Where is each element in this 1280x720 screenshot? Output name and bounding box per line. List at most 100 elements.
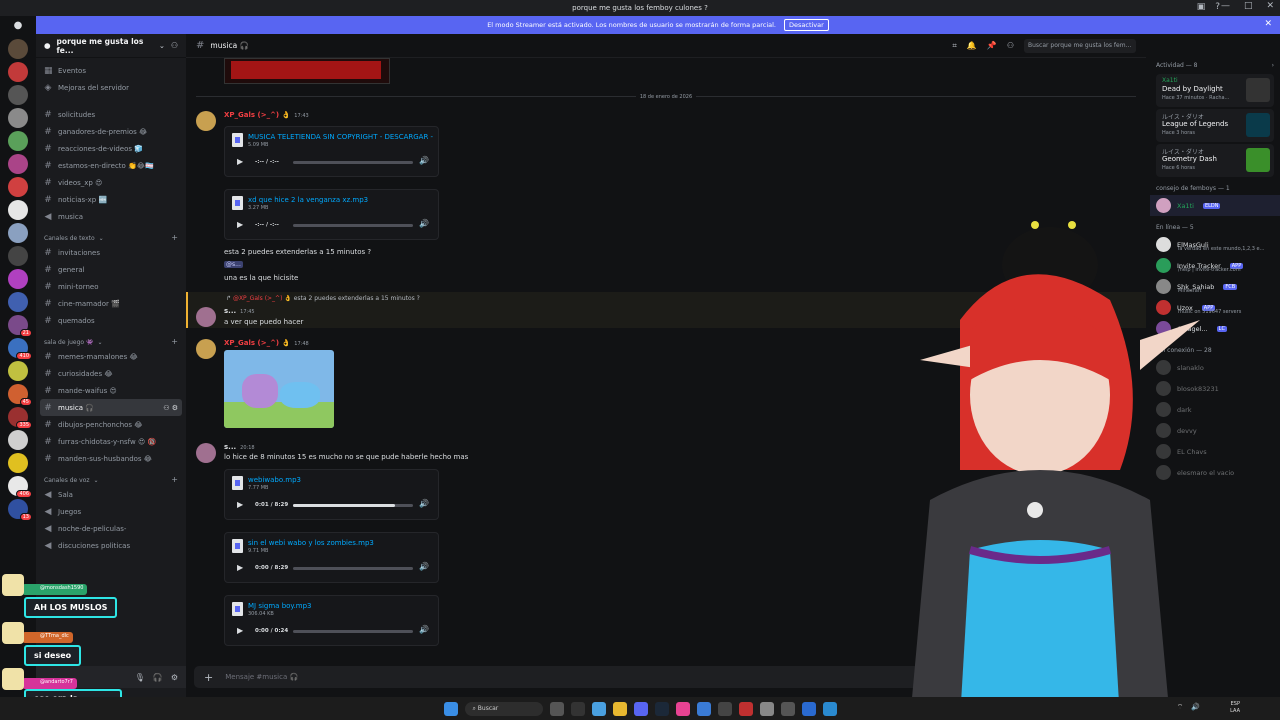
- discord-logo-icon[interactable]: ●: [8, 20, 28, 34]
- app-icon[interactable]: [822, 701, 837, 716]
- app-icon[interactable]: [549, 701, 564, 716]
- app-icon[interactable]: [759, 701, 774, 716]
- server-icon[interactable]: 335: [8, 407, 32, 429]
- channel-item[interactable]: # general: [36, 261, 186, 278]
- server-icon[interactable]: [8, 246, 28, 266]
- members-icon[interactable]: ⚇: [1007, 41, 1014, 50]
- keyboard-language[interactable]: ESP LAA: [1230, 701, 1240, 715]
- activity-card[interactable]: ルイス・ダリオ League of Legends Hace 3 horas: [1156, 109, 1274, 142]
- microphone-icon[interactable]: 🎙: [135, 673, 145, 682]
- file-name-link[interactable]: sin el webi wabo y los zombies.mp3: [248, 539, 374, 547]
- channel-item[interactable]: # ganadores-de-premios 😂: [36, 123, 186, 140]
- voice-channel-item[interactable]: ◀ noche-de-peliculas-: [36, 520, 186, 537]
- server-icon[interactable]: [8, 85, 28, 105]
- play-icon[interactable]: ▶: [237, 500, 243, 509]
- channel-item[interactable]: # invitaciones: [36, 244, 186, 261]
- server-icon[interactable]: [8, 361, 28, 381]
- pin-icon[interactable]: 📌: [987, 41, 997, 50]
- add-channel-icon[interactable]: +: [171, 475, 178, 484]
- server-icon[interactable]: [8, 131, 28, 151]
- gear-icon[interactable]: ⚙: [171, 673, 178, 682]
- category-header-games[interactable]: sala de juego 👾 ⌄ +: [36, 333, 186, 348]
- maximize-button[interactable]: □: [1244, 1, 1253, 11]
- channel-item[interactable]: # mini-torneo: [36, 278, 186, 295]
- activity-card[interactable]: Xa1ti Dead by Daylight Hace 37 minutos ·…: [1156, 74, 1274, 107]
- gear-icon[interactable]: ⚙: [172, 404, 178, 412]
- file-name-link[interactable]: webiwabo.mp3: [248, 476, 301, 484]
- wifi-icon[interactable]: ⌔: [1177, 703, 1184, 712]
- channel-item[interactable]: # solicitudes: [36, 106, 186, 123]
- category-header-text[interactable]: Canales de texto ⌄ +: [36, 229, 186, 244]
- search-input[interactable]: Buscar porque me gusta los fem...: [1024, 38, 1136, 53]
- audio-progress-bar[interactable]: [293, 630, 413, 633]
- avatar[interactable]: [196, 443, 216, 463]
- image-attachment[interactable]: [224, 58, 390, 84]
- bell-icon[interactable]: 🔔: [967, 41, 977, 50]
- channel-item[interactable]: # curiosidades 😂: [36, 365, 186, 382]
- avatar[interactable]: [196, 111, 216, 131]
- headphones-icon[interactable]: 🎧: [153, 673, 163, 682]
- file-name-link[interactable]: MJ sigma boy.mp3: [248, 602, 312, 610]
- add-member-icon[interactable]: ⚇: [163, 404, 169, 412]
- server-icon[interactable]: [8, 292, 28, 312]
- chevron-down-icon[interactable]: ⌄: [159, 42, 165, 50]
- inbox-icon[interactable]: ▣: [1197, 2, 1206, 12]
- threads-icon[interactable]: ⌗: [952, 41, 957, 51]
- add-member-icon[interactable]: ⚇: [171, 41, 178, 50]
- close-window-button[interactable]: ✕: [1266, 1, 1274, 11]
- reply-preview[interactable]: ↱ @XP_Gals (>_^) 👌 esta 2 puedes extende…: [226, 295, 420, 302]
- channel-item[interactable]: # quemados: [36, 312, 186, 329]
- channel-item-active[interactable]: # musica 🎧 ⚇ ⚙: [40, 399, 182, 416]
- channel-item[interactable]: # mande-waifus 😍: [36, 382, 186, 399]
- play-icon[interactable]: ▶: [237, 220, 243, 229]
- file-name-link[interactable]: MUSICA TELETIENDA SIN COPYRIGHT - DESCAR…: [248, 133, 433, 141]
- plus-icon[interactable]: +: [204, 671, 213, 684]
- volume-icon[interactable]: 🔊: [419, 625, 429, 634]
- server-icon[interactable]: [8, 177, 28, 197]
- taskbar-search[interactable]: ⌕ Buscar: [464, 701, 543, 716]
- app-icon[interactable]: [591, 701, 606, 716]
- channel-item[interactable]: # estamos-en-directo 👏😂🏳️‍⚧️: [36, 157, 186, 174]
- server-icon[interactable]: 406: [8, 476, 32, 498]
- play-icon[interactable]: ▶: [237, 563, 243, 572]
- chevron-right-icon[interactable]: ›: [1272, 62, 1274, 69]
- message-author[interactable]: s... 17:45: [224, 307, 255, 315]
- channel-item[interactable]: # videos_xp 😍: [36, 174, 186, 191]
- app-icon[interactable]: [675, 701, 690, 716]
- voice-channel-item[interactable]: ◀ Juegos: [36, 503, 186, 520]
- disable-streamer-button[interactable]: Desactivar: [784, 19, 829, 31]
- volume-icon[interactable]: 🔊: [419, 156, 429, 165]
- avatar[interactable]: [196, 307, 216, 327]
- message-author[interactable]: XP_Gals (>_^) 👌 17:48: [224, 339, 309, 347]
- folder-icon[interactable]: [612, 701, 627, 716]
- server-icon[interactable]: [8, 453, 28, 473]
- server-icon[interactable]: [8, 269, 28, 289]
- sidebar-item-boosts[interactable]: ◈ Mejoras del servidor: [36, 79, 186, 96]
- server-icon[interactable]: [8, 154, 28, 174]
- add-channel-icon[interactable]: +: [171, 233, 178, 242]
- audio-progress-bar[interactable]: [293, 504, 413, 507]
- volume-icon[interactable]: 🔊: [419, 562, 429, 571]
- add-channel-icon[interactable]: +: [171, 337, 178, 346]
- channel-item[interactable]: ◀ musica: [36, 208, 186, 225]
- volume-icon[interactable]: 🔊: [419, 499, 429, 508]
- app-icon[interactable]: [696, 701, 711, 716]
- channel-item[interactable]: # furras-chidotas-y-nsfw 😍 🔞: [36, 433, 186, 450]
- channel-item[interactable]: # reacciones-de-videos 🧊: [36, 140, 186, 157]
- server-icon[interactable]: 45: [8, 384, 32, 406]
- channel-item[interactable]: # noticias-xp 🆕: [36, 191, 186, 208]
- voice-channel-item[interactable]: ◀ Sala: [36, 486, 186, 503]
- help-icon[interactable]: ?: [1215, 2, 1220, 12]
- sidebar-item-events[interactable]: ▦ Eventos: [36, 62, 186, 79]
- app-icon[interactable]: [738, 701, 753, 716]
- audio-progress-bar[interactable]: [293, 567, 413, 570]
- server-icon[interactable]: [8, 430, 28, 450]
- play-icon[interactable]: ▶: [237, 626, 243, 635]
- windows-start-icon[interactable]: [443, 701, 458, 716]
- category-header-voice[interactable]: Canales de voz ⌄ +: [36, 471, 186, 486]
- server-icon[interactable]: 21: [8, 315, 32, 337]
- channel-item[interactable]: # dibujos-penchonchos 😂: [36, 416, 186, 433]
- server-icon[interactable]: [8, 200, 28, 220]
- user-mention[interactable]: @s...: [224, 261, 243, 268]
- app-icon[interactable]: [801, 701, 816, 716]
